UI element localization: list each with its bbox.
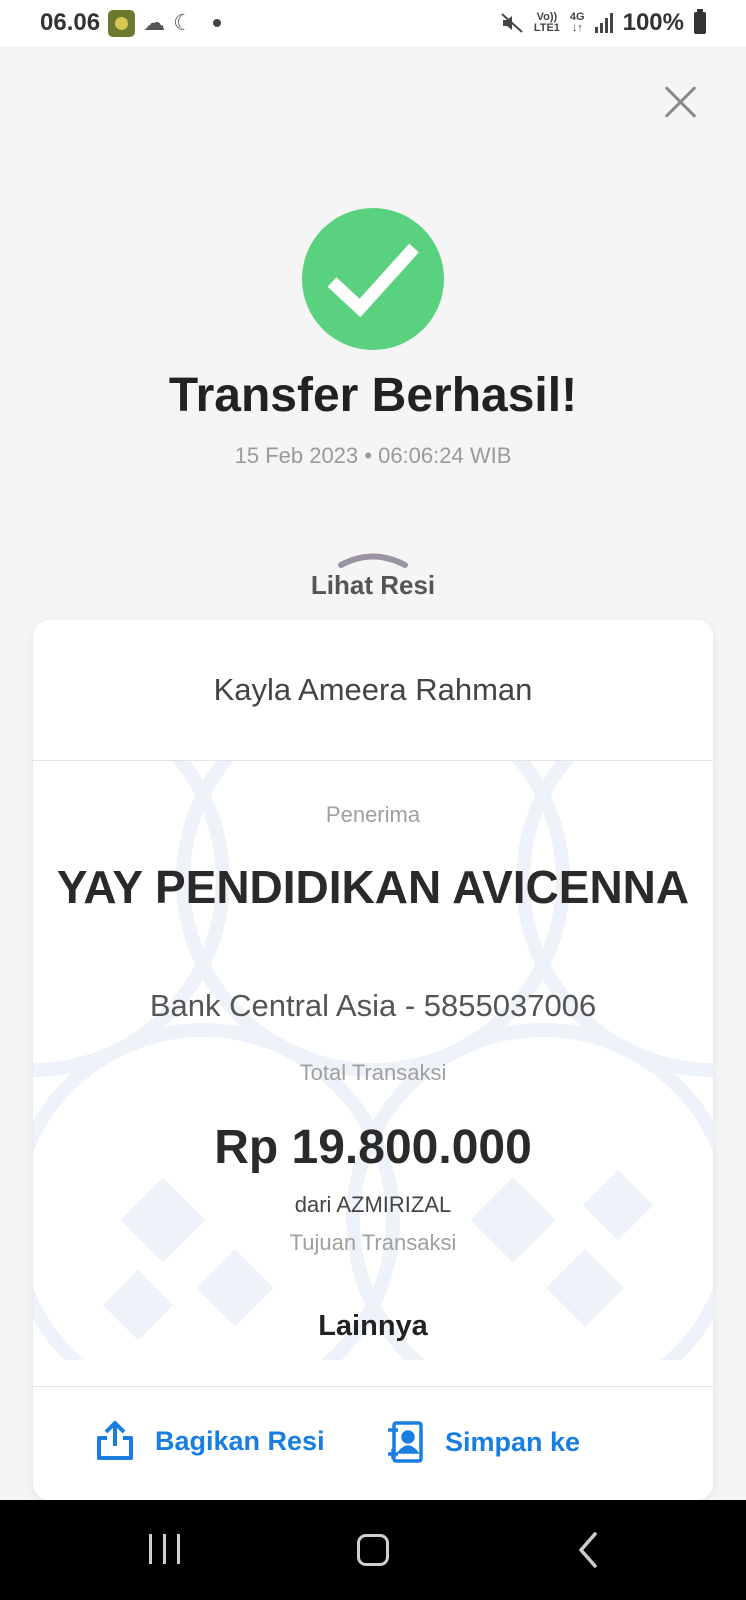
page-title: Transfer Berhasil! — [168, 369, 578, 422]
battery-icon — [694, 9, 706, 34]
success-badge — [302, 208, 444, 350]
share-icon — [97, 1421, 133, 1460]
status-time: 06.06 — [40, 9, 101, 36]
back-icon[interactable] — [557, 1530, 617, 1570]
signal-icon — [594, 13, 613, 33]
status-right: Vo)) LTE1 4G ↓↑ 100% — [500, 9, 706, 37]
home-icon[interactable] — [343, 1530, 403, 1570]
more-notifications-icon — [212, 19, 221, 27]
share-receipt-button[interactable]: Bagikan Resi — [95, 1420, 325, 1462]
receipt-card: Kayla Ameera Rahman Penerima YAY PENDIDI… — [33, 620, 713, 1500]
view-receipt-toggle[interactable]: Lihat Resi — [0, 552, 746, 601]
recent-apps-icon[interactable] — [135, 1530, 195, 1570]
chevron-up-icon — [338, 553, 408, 568]
source-account: dari AZMIRIZAL — [294, 1192, 452, 1217]
checkmark-icon — [327, 243, 419, 318]
recipient-bank-account: Bank Central Asia - 5855037006 — [149, 988, 597, 1023]
system-nav-bar — [0, 1500, 746, 1600]
cloud-icon: ☁ — [143, 10, 166, 35]
sender-name: Kayla Ameera Rahman — [213, 672, 533, 707]
app-notification-icon — [108, 9, 136, 37]
battery-percent: 100% — [622, 9, 684, 36]
mute-icon — [501, 13, 523, 33]
data-arrows-icon: ↓↑ — [571, 22, 583, 34]
lte-label: LTE1 — [533, 22, 560, 34]
status-left: 06.06 ☁ ☾ — [40, 9, 221, 37]
close-icon[interactable] — [662, 84, 698, 120]
save-to-button[interactable]: Simpan ke — [385, 1420, 580, 1464]
share-receipt-label: Bagikan Resi — [155, 1425, 325, 1456]
total-amount: Rp 19.800.000 — [214, 1121, 532, 1174]
purpose-value: Lainnya — [318, 1310, 428, 1342]
receipt-actions: Bagikan Resi Simpan ke — [33, 1386, 713, 1500]
recipient-label: Penerima — [325, 802, 421, 827]
recipient-name: YAY PENDIDIKAN AVICENNA — [56, 861, 690, 913]
volte-indicator: Vo)) LTE1 — [534, 12, 560, 34]
view-receipt-label: Lihat Resi — [310, 570, 436, 600]
network-indicator: 4G ↓↑ — [570, 12, 585, 34]
header-divider — [33, 760, 713, 761]
save-contact-icon — [388, 1421, 423, 1463]
status-bar: 06.06 ☁ ☾ Vo)) LTE1 4G ↓↑ 100% — [0, 0, 746, 46]
save-to-label: Simpan ke — [445, 1426, 581, 1457]
transaction-datetime: 15 Feb 2023 • 06:06:24 WIB — [234, 443, 512, 468]
total-label: Total Transaksi — [299, 1060, 447, 1085]
weather-night-icon: ☾ — [173, 10, 193, 35]
purpose-label: Tujuan Transaksi — [289, 1230, 457, 1255]
